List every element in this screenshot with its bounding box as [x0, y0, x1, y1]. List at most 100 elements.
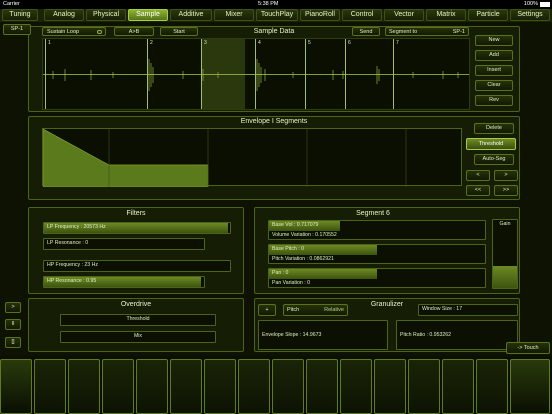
carrier-label: Carrier	[3, 1, 20, 7]
clear-button[interactable]: Clear	[475, 80, 513, 91]
tab-matrix[interactable]: Matrix	[426, 9, 466, 21]
keyboard-key[interactable]	[442, 359, 474, 414]
overdrive-threshold-slider[interactable]: Threshold	[60, 314, 216, 326]
slider-label: Mix	[133, 333, 143, 339]
filters-title: Filters	[126, 210, 146, 217]
tab-vector[interactable]: Vector	[384, 9, 424, 21]
keyboard-key[interactable]	[238, 359, 270, 414]
segment-marker[interactable]: 5	[305, 39, 311, 109]
pan-slider[interactable]: Pan : 0 Pan Variation : 0	[268, 268, 486, 288]
new-button[interactable]: New	[475, 35, 513, 46]
add-button[interactable]: Add	[475, 50, 513, 61]
segment-title: Segment 6	[356, 210, 390, 217]
tab-mixer[interactable]: Mixer	[214, 9, 254, 21]
slider-label: Pan : 0	[272, 270, 289, 276]
keyboard-key[interactable]	[136, 359, 168, 414]
first-segment-button[interactable]: <<	[466, 185, 490, 196]
relative-label: Relative	[324, 307, 344, 313]
pitch-ratio-slider[interactable]: Pitch Ratio : 0.953262	[396, 320, 518, 350]
segment-to-value: SP-1	[452, 29, 465, 35]
direction-button[interactable]: A>B	[114, 27, 154, 36]
granulizer-add-button[interactable]: +	[258, 304, 276, 316]
base-pitch-slider[interactable]: Base Pitch : 0 Pitch Variation : 0.08629…	[268, 244, 486, 264]
prev-segment-button[interactable]: <	[466, 170, 490, 181]
keyboard-key[interactable]	[510, 359, 550, 414]
waveform-view[interactable]: 1 2 3 4 5 6 7	[42, 38, 470, 110]
keyboard-key[interactable]	[102, 359, 134, 414]
start-button[interactable]: Start	[160, 27, 198, 36]
keyboard-key[interactable]	[68, 359, 100, 414]
tab-physical[interactable]: Physical	[86, 9, 126, 21]
keyboard-key[interactable]	[476, 359, 508, 414]
keyboard-key[interactable]	[34, 359, 66, 414]
keyboard-key[interactable]	[170, 359, 202, 414]
granulizer-pitch-mode[interactable]: Pitch Relative	[283, 304, 348, 316]
tab-analog[interactable]: Analog	[44, 9, 84, 21]
hp-frequency-slider[interactable]: HP Frequency : 23 Hz	[43, 260, 231, 272]
tab-sample[interactable]: Sample	[128, 9, 168, 21]
keyboard-key[interactable]	[374, 359, 406, 414]
loop-mode-label: Sustain Loop	[47, 29, 80, 35]
lp-resonance-slider[interactable]: LP Resonance : 0	[43, 238, 205, 250]
envelope-graph	[43, 129, 407, 187]
preset-button[interactable]: SP-1	[3, 24, 31, 35]
envelope-title: Envelope I Segments	[240, 118, 308, 125]
slider-sublabel: Pan Variation : 0	[272, 280, 310, 286]
segment-marker[interactable]: 2	[147, 39, 153, 109]
keyboard-key[interactable]	[408, 359, 440, 414]
send-button[interactable]: Send	[352, 27, 380, 36]
keyboard-key[interactable]	[0, 359, 32, 414]
tab-bar: Tuning Analog Physical Sample Additive M…	[0, 9, 552, 22]
tab-control[interactable]: Control	[342, 9, 382, 21]
delete-button[interactable]: Delete	[474, 123, 514, 134]
threshold-button[interactable]: Threshold	[466, 138, 516, 150]
hp-resonance-slider[interactable]: HP Resonance : 0.95	[43, 276, 205, 288]
slider-label: HP Resonance : 0.95	[47, 278, 97, 284]
waveform-graph	[52, 59, 459, 91]
lp-frequency-slider[interactable]: LP Frequency : 20573 Hz	[43, 222, 231, 234]
envelope-slope-slider[interactable]: Envelope Slope : 14.9673	[258, 320, 388, 350]
window-size-slider[interactable]: Window Size : 17	[418, 304, 518, 316]
slider-label: Pitch Ratio : 0.953262	[400, 332, 452, 338]
selected-segment	[201, 39, 245, 109]
segment-marker[interactable]: 6	[345, 39, 351, 109]
slider-label: Threshold	[126, 316, 150, 322]
gain-label: Gain	[499, 221, 511, 227]
tab-settings[interactable]: Settings	[510, 9, 550, 21]
segment-marker[interactable]: 1	[45, 39, 51, 109]
segment-to-select[interactable]: Segment to SP-1	[385, 27, 469, 36]
overdrive-mix-slider[interactable]: Mix	[60, 331, 216, 343]
next-segment-button[interactable]: >	[494, 170, 518, 181]
base-vol-slider[interactable]: Base Vol : 0.717079 Volume Variation : 0…	[268, 220, 486, 240]
clock: 5:38 PM	[258, 1, 279, 7]
insert-button[interactable]: Insert	[475, 65, 513, 76]
keyboard-key[interactable]	[340, 359, 372, 414]
battery-label: 100%	[523, 1, 538, 7]
keyboard-key[interactable]	[306, 359, 338, 414]
play-button[interactable]: >	[5, 302, 21, 313]
status-bar: Carrier 5:38 PM 100%	[0, 0, 552, 9]
segment-marker[interactable]: 4	[255, 39, 261, 109]
last-segment-button[interactable]: >>	[494, 185, 518, 196]
slider-label: LP Frequency : 20573 Hz	[47, 224, 106, 230]
stop-button[interactable]: []	[5, 337, 21, 348]
tab-tuning[interactable]: Tuning	[2, 9, 38, 21]
touch-button[interactable]: -> Touch	[506, 342, 550, 354]
tab-additive[interactable]: Additive	[170, 9, 212, 21]
pitch-mode-label: Pitch	[287, 307, 300, 313]
gain-slider[interactable]: Gain	[492, 219, 518, 289]
segment-marker[interactable]: 7	[393, 39, 399, 109]
tab-pianoroll[interactable]: PianoRoll	[300, 9, 340, 21]
tab-touchplay[interactable]: TouchPlay	[256, 9, 298, 21]
envelope-editor[interactable]	[42, 128, 462, 187]
auto-seg-button[interactable]: Auto-Seg	[474, 154, 514, 165]
keyboard-key[interactable]	[204, 359, 236, 414]
battery-icon	[540, 2, 550, 7]
keyboard-key[interactable]	[272, 359, 304, 414]
slider-label: LP Resonance : 0	[47, 240, 89, 246]
tab-particle[interactable]: Particle	[468, 9, 508, 21]
loop-mode-select[interactable]: Sustain Loop	[42, 27, 106, 36]
rev-button[interactable]: Rev	[475, 95, 513, 106]
segment-marker[interactable]: 3	[201, 39, 207, 109]
pause-button[interactable]: II	[5, 319, 21, 330]
